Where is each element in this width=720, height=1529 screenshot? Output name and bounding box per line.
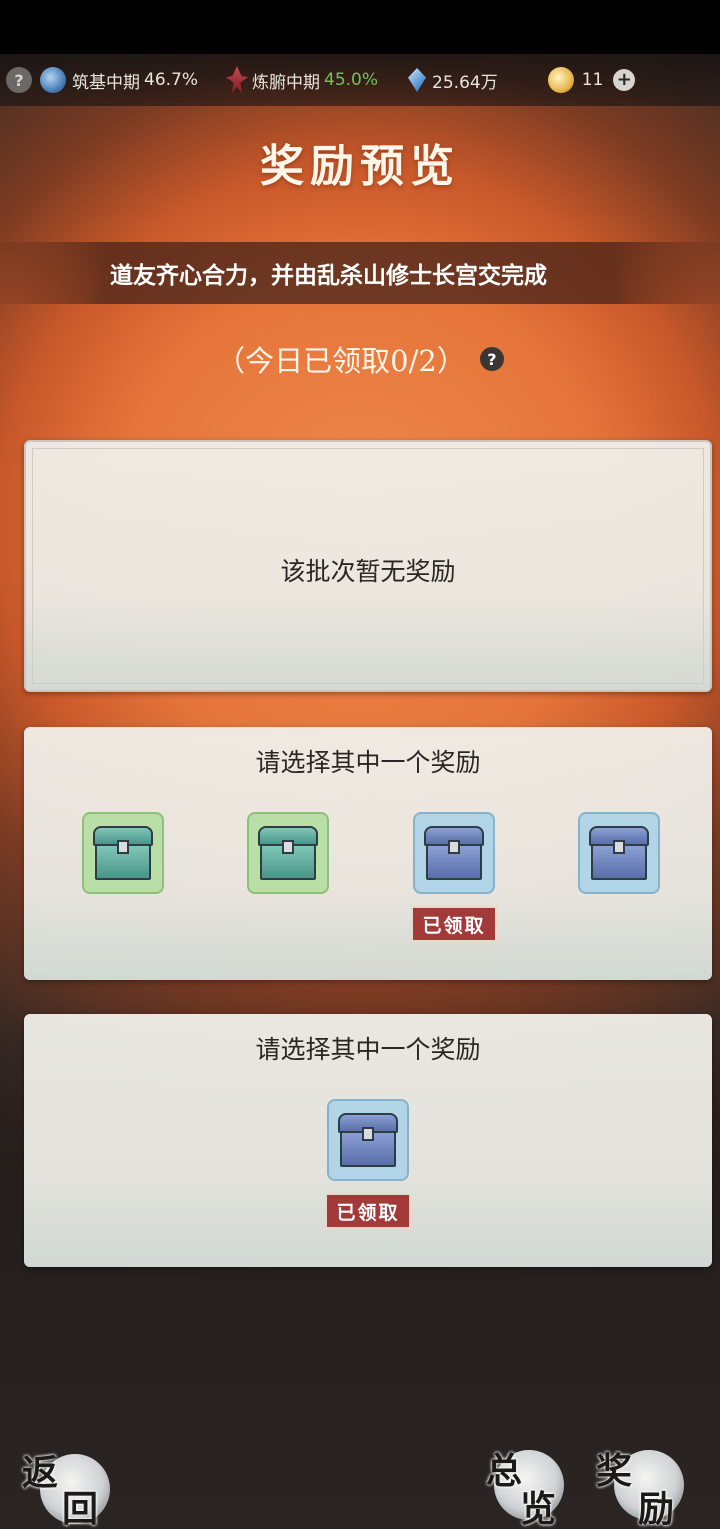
rewards-char-2: 励 xyxy=(638,1488,675,1529)
rewards-char-1: 奖 xyxy=(596,1450,633,1492)
body-status[interactable]: 炼腑中期 45.0% xyxy=(252,54,378,106)
claim-status-text: （今日已领取0/2） xyxy=(216,344,466,378)
choice-heading: 请选择其中一个奖励 xyxy=(255,1035,481,1064)
top-black-bar xyxy=(0,0,720,54)
chest-icon xyxy=(424,826,484,882)
reward-slot-green[interactable] xyxy=(82,812,164,894)
realm-percent: 46.7% xyxy=(144,70,199,90)
announcement-banner: 道友齐心合力，并由乱杀山修士长宫交完成 xyxy=(0,242,720,304)
currency-count: 11 xyxy=(581,70,604,90)
body-cultivation-icon xyxy=(226,66,249,94)
add-currency-button[interactable]: + xyxy=(613,69,636,91)
back-char-1: 返 xyxy=(22,1452,59,1494)
claimed-badge: 已领取 xyxy=(325,1193,411,1229)
empty-reward-panel: 该批次暂无奖励 xyxy=(24,440,712,692)
back-button[interactable]: 返 回 xyxy=(14,1440,124,1529)
spirit-stone-count[interactable]: 25.64万 xyxy=(432,54,498,106)
body-label: 炼腑中期 xyxy=(252,72,321,93)
realm-orb-icon xyxy=(40,67,66,93)
rewards-button[interactable]: 奖 励 xyxy=(594,1440,704,1529)
page-title: 奖励预览 xyxy=(260,141,460,192)
body-percent: 45.0% xyxy=(324,70,379,90)
overview-button[interactable]: 总 览 xyxy=(484,1440,594,1529)
chest-icon xyxy=(589,826,649,882)
panel-mist xyxy=(24,890,712,980)
overview-char-2: 览 xyxy=(520,1488,557,1529)
claimed-badge: 已领取 xyxy=(411,906,497,942)
announcement-text: 道友齐心合力，并由乱杀山修士长宫交完成 xyxy=(110,263,547,289)
chest-icon xyxy=(258,826,318,882)
spirit-stone-icon xyxy=(408,68,427,92)
realm-status[interactable]: 筑基中期 46.7% xyxy=(72,54,198,106)
reward-slot-blue[interactable] xyxy=(578,812,660,894)
reward-slot-blue[interactable] xyxy=(413,812,495,894)
realm-label: 筑基中期 xyxy=(72,72,140,93)
back-char-2: 回 xyxy=(62,1488,99,1529)
reward-choice-panel-1: 请选择其中一个奖励 已领取 xyxy=(24,727,712,980)
panel-mist xyxy=(26,600,710,690)
status-bar: ? 筑基中期 46.7% 炼腑中期 45.0% 25.64万 11 + xyxy=(0,54,720,106)
reward-choice-panel-2: 请选择其中一个奖励 已领取 xyxy=(24,1014,712,1267)
reward-slot-blue[interactable] xyxy=(327,1099,409,1181)
choice-heading: 请选择其中一个奖励 xyxy=(255,748,481,777)
overview-char-1: 总 xyxy=(486,1450,523,1492)
chest-icon xyxy=(93,826,153,882)
claim-help-icon[interactable]: ? xyxy=(479,347,504,371)
empty-reward-message: 该批次暂无奖励 xyxy=(280,557,456,586)
chest-icon xyxy=(338,1113,398,1169)
gold-coin-icon xyxy=(547,67,574,93)
claim-status-row: （今日已领取0/2） ? xyxy=(0,338,720,380)
help-icon[interactable]: ? xyxy=(6,67,32,93)
reward-slot-green[interactable] xyxy=(247,812,329,894)
